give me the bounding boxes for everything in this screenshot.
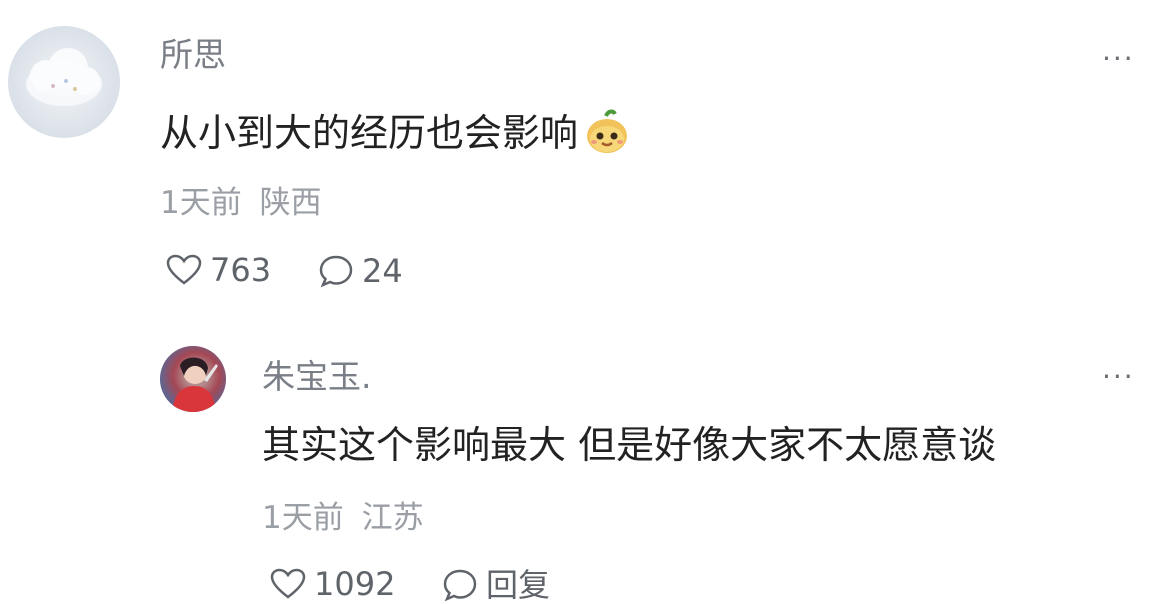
comment-bubble-icon [442,568,478,602]
like-button[interactable]: 763 [166,254,271,286]
comment-bubble-icon [318,254,354,288]
heart-icon [270,568,306,600]
reply-author[interactable]: 朱宝玉. [262,360,372,393]
person-avatar[interactable] [160,346,226,412]
reply-count: 24 [362,252,403,290]
reply-like-count: 1092 [314,565,396,603]
reply-location: 江苏 [361,500,424,536]
more-options-button[interactable]: ··· [1102,42,1135,75]
reply-count-button[interactable]: 24 [318,254,403,288]
cloud-icon [26,48,102,106]
reply-button[interactable]: 回复 [442,568,550,602]
comment-location: 陕西 [259,185,322,221]
heart-icon [166,254,202,286]
comment-text: 从小到大的经历也会影响 [160,108,632,158]
reply-more-options-button[interactable]: ··· [1102,360,1135,393]
comment-text-content: 从小到大的经历也会影响 [160,111,579,155]
reply-label: 回复 [486,566,551,604]
reply-like-button[interactable]: 1092 [270,568,395,600]
smiling-fruit-emoji-icon [582,108,632,158]
comment-time: 1天前 [160,185,242,221]
comment-author[interactable]: 所思 [160,38,226,71]
person-icon [160,346,226,412]
reply-time: 1天前 [262,500,344,536]
cloud-avatar[interactable] [8,26,120,138]
comment-meta: 1天前 陕西 [160,188,322,219]
reply-text: 其实这个影响最大 但是好像大家不太愿意谈 [262,423,997,467]
reply-meta: 1天前 江苏 [262,503,424,534]
like-count: 763 [210,251,272,289]
